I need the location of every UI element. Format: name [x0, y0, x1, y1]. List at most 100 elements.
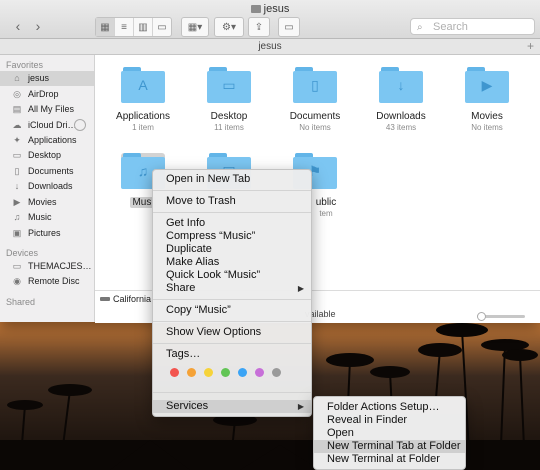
icon-view-icon[interactable]: ▦	[96, 18, 115, 36]
documents-icon: ▯	[14, 166, 20, 176]
window-title: jesus	[0, 3, 540, 15]
icon-size-slider[interactable]	[477, 312, 525, 321]
slider-knob[interactable]	[477, 312, 486, 321]
submenu-arrow-icon: ▶	[297, 402, 304, 411]
arrange-icon: ▦▾	[187, 21, 203, 33]
services-submenu: Folder Actions Setup… Reveal in Finder O…	[313, 396, 466, 470]
path-disk-label: California	[100, 294, 151, 304]
folder-applications[interactable]: A Applications 1 item	[103, 67, 183, 132]
cover-flow-icon[interactable]: ▭	[153, 18, 171, 36]
music-icon: ♫	[13, 212, 21, 222]
menu-separator	[153, 190, 311, 191]
tag-icon: ▭	[284, 21, 294, 33]
tag-blue-icon[interactable]	[238, 368, 247, 377]
action-button[interactable]: ⚙▾	[214, 17, 244, 37]
sidebar-item-macintosh-hd[interactable]: ▭ THEMACJES…	[0, 259, 94, 274]
share-button[interactable]: ⇪	[248, 17, 270, 37]
menu-item-services[interactable]: Services ▶	[153, 400, 311, 413]
sidebar-item-music[interactable]: ♫ Music	[0, 210, 94, 225]
tag-yellow-icon[interactable]	[204, 368, 213, 377]
sidebar-item-desktop[interactable]: ▭ Desktop	[0, 148, 94, 163]
gear-icon: ⚙▾	[222, 21, 236, 33]
home-icon: ⌂	[14, 73, 20, 83]
menu-item-copy[interactable]: Copy “Music”	[153, 304, 311, 317]
menu-item-move-to-trash[interactable]: Move to Trash	[153, 195, 311, 208]
submenu-item-open[interactable]: Open	[314, 427, 465, 440]
tag-green-icon[interactable]	[221, 368, 230, 377]
view-mode-segmented: ▦ ≡ ▥ ▭	[95, 17, 172, 37]
sidebar-section-devices: Devices	[6, 248, 39, 258]
folder-desktop[interactable]: ▭ Desktop 11 items	[189, 67, 269, 132]
sidebar-item-remote-disc[interactable]: ◉ Remote Disc	[0, 274, 94, 289]
sidebar-item-all-my-files[interactable]: ▤ All My Files	[0, 102, 94, 117]
folder-icon: ▭	[207, 67, 251, 103]
menu-item-share[interactable]: Share ▶	[153, 282, 311, 295]
tag-orange-icon[interactable]	[187, 368, 196, 377]
search-icon: ⌕	[417, 22, 423, 33]
folder-downloads[interactable]: ↓ Downloads 43 items	[361, 67, 441, 132]
sidebar-section-shared: Shared	[6, 297, 36, 307]
sidebar: Favorites ⌂ jesus ◎ AirDrop ▤ All My Fil…	[0, 55, 95, 322]
menu-item-open-in-new-tab[interactable]: Open in New Tab	[153, 173, 311, 186]
arrange-button[interactable]: ▦▾	[181, 17, 209, 37]
tab-title[interactable]: jesus	[258, 41, 281, 52]
pictures-icon: ▣	[12, 228, 22, 238]
menu-item-make-alias[interactable]: Make Alias	[153, 256, 311, 269]
share-icon: ⇪	[254, 21, 264, 33]
tab-bar: jesus +	[0, 39, 540, 55]
folder-icon: A	[121, 67, 165, 103]
menu-item-quick-look[interactable]: Quick Look “Music”	[153, 269, 311, 282]
folder-icon: ▶	[465, 67, 509, 103]
tag-gray-icon[interactable]	[272, 368, 281, 377]
list-view-icon[interactable]: ≡	[115, 18, 134, 36]
applications-icon: ✦	[13, 135, 21, 145]
menu-item-tags[interactable]: Tags…	[153, 348, 311, 361]
disk-icon	[100, 297, 110, 301]
all-files-icon: ▤	[12, 104, 22, 114]
menu-separator	[153, 392, 311, 393]
back-button[interactable]: ‹	[8, 17, 28, 35]
submenu-item-folder-actions-setup[interactable]: Folder Actions Setup…	[314, 401, 465, 414]
menu-item-show-view-options[interactable]: Show View Options	[153, 326, 311, 339]
folder-documents[interactable]: ▯ Documents No items	[275, 67, 355, 132]
submenu-item-new-terminal[interactable]: New Terminal at Folder	[314, 453, 465, 466]
sidebar-item-pictures[interactable]: ▣ Pictures	[0, 226, 94, 241]
sidebar-section-favorites: Favorites	[6, 60, 44, 70]
sidebar-item-documents[interactable]: ▯ Documents	[0, 164, 94, 179]
movies-icon: ▶	[13, 197, 21, 207]
context-menu: Open in New Tab Move to Trash Get Info C…	[152, 169, 312, 417]
sidebar-item-jesus[interactable]: ⌂ jesus	[0, 71, 94, 86]
sidebar-item-applications[interactable]: ✦ Applications	[0, 133, 94, 148]
window-toolbar: jesus ‹ › ▦ ≡ ▥ ▭ ▦▾ ⚙▾ ⇪ ▭ ⌕ Search	[0, 0, 540, 39]
desktop-icon: ▭	[12, 150, 22, 160]
sidebar-item-downloads[interactable]: ↓ Downloads	[0, 179, 94, 194]
sidebar-item-airdrop[interactable]: ◎ AirDrop	[0, 87, 94, 102]
menu-separator	[153, 321, 311, 322]
tag-button[interactable]: ▭	[278, 17, 300, 37]
new-tab-button[interactable]: +	[527, 39, 534, 54]
search-placeholder: Search	[433, 21, 468, 33]
menu-separator	[153, 212, 311, 213]
forward-button[interactable]: ›	[28, 17, 48, 35]
menu-item-compress[interactable]: Compress “Music”	[153, 230, 311, 243]
sidebar-item-movies[interactable]: ▶ Movies	[0, 195, 94, 210]
tag-purple-icon[interactable]	[255, 368, 264, 377]
menu-separator	[153, 343, 311, 344]
tag-red-icon[interactable]	[170, 368, 179, 377]
sidebar-item-icloud-drive[interactable]: ☁ iCloud Dri…	[0, 118, 94, 133]
submenu-item-new-terminal-tab[interactable]: New Terminal Tab at Folder	[314, 440, 465, 453]
column-view-icon[interactable]: ▥	[134, 18, 153, 36]
menu-item-get-info[interactable]: Get Info	[153, 217, 311, 230]
search-field[interactable]: ⌕ Search	[410, 18, 535, 35]
computer-icon: ▭	[12, 261, 22, 271]
disc-icon: ◉	[13, 276, 21, 286]
folder-icon: ▯	[293, 67, 337, 103]
folder-icon: ↓	[379, 67, 423, 103]
submenu-item-reveal-in-finder[interactable]: Reveal in Finder	[314, 414, 465, 427]
folder-movies[interactable]: ▶ Movies No items	[447, 67, 527, 132]
menu-item-duplicate[interactable]: Duplicate	[153, 243, 311, 256]
icloud-progress-icon	[74, 119, 86, 131]
downloads-icon: ↓	[14, 181, 20, 191]
cloud-icon: ☁	[12, 120, 22, 130]
airdrop-icon: ◎	[13, 89, 21, 99]
